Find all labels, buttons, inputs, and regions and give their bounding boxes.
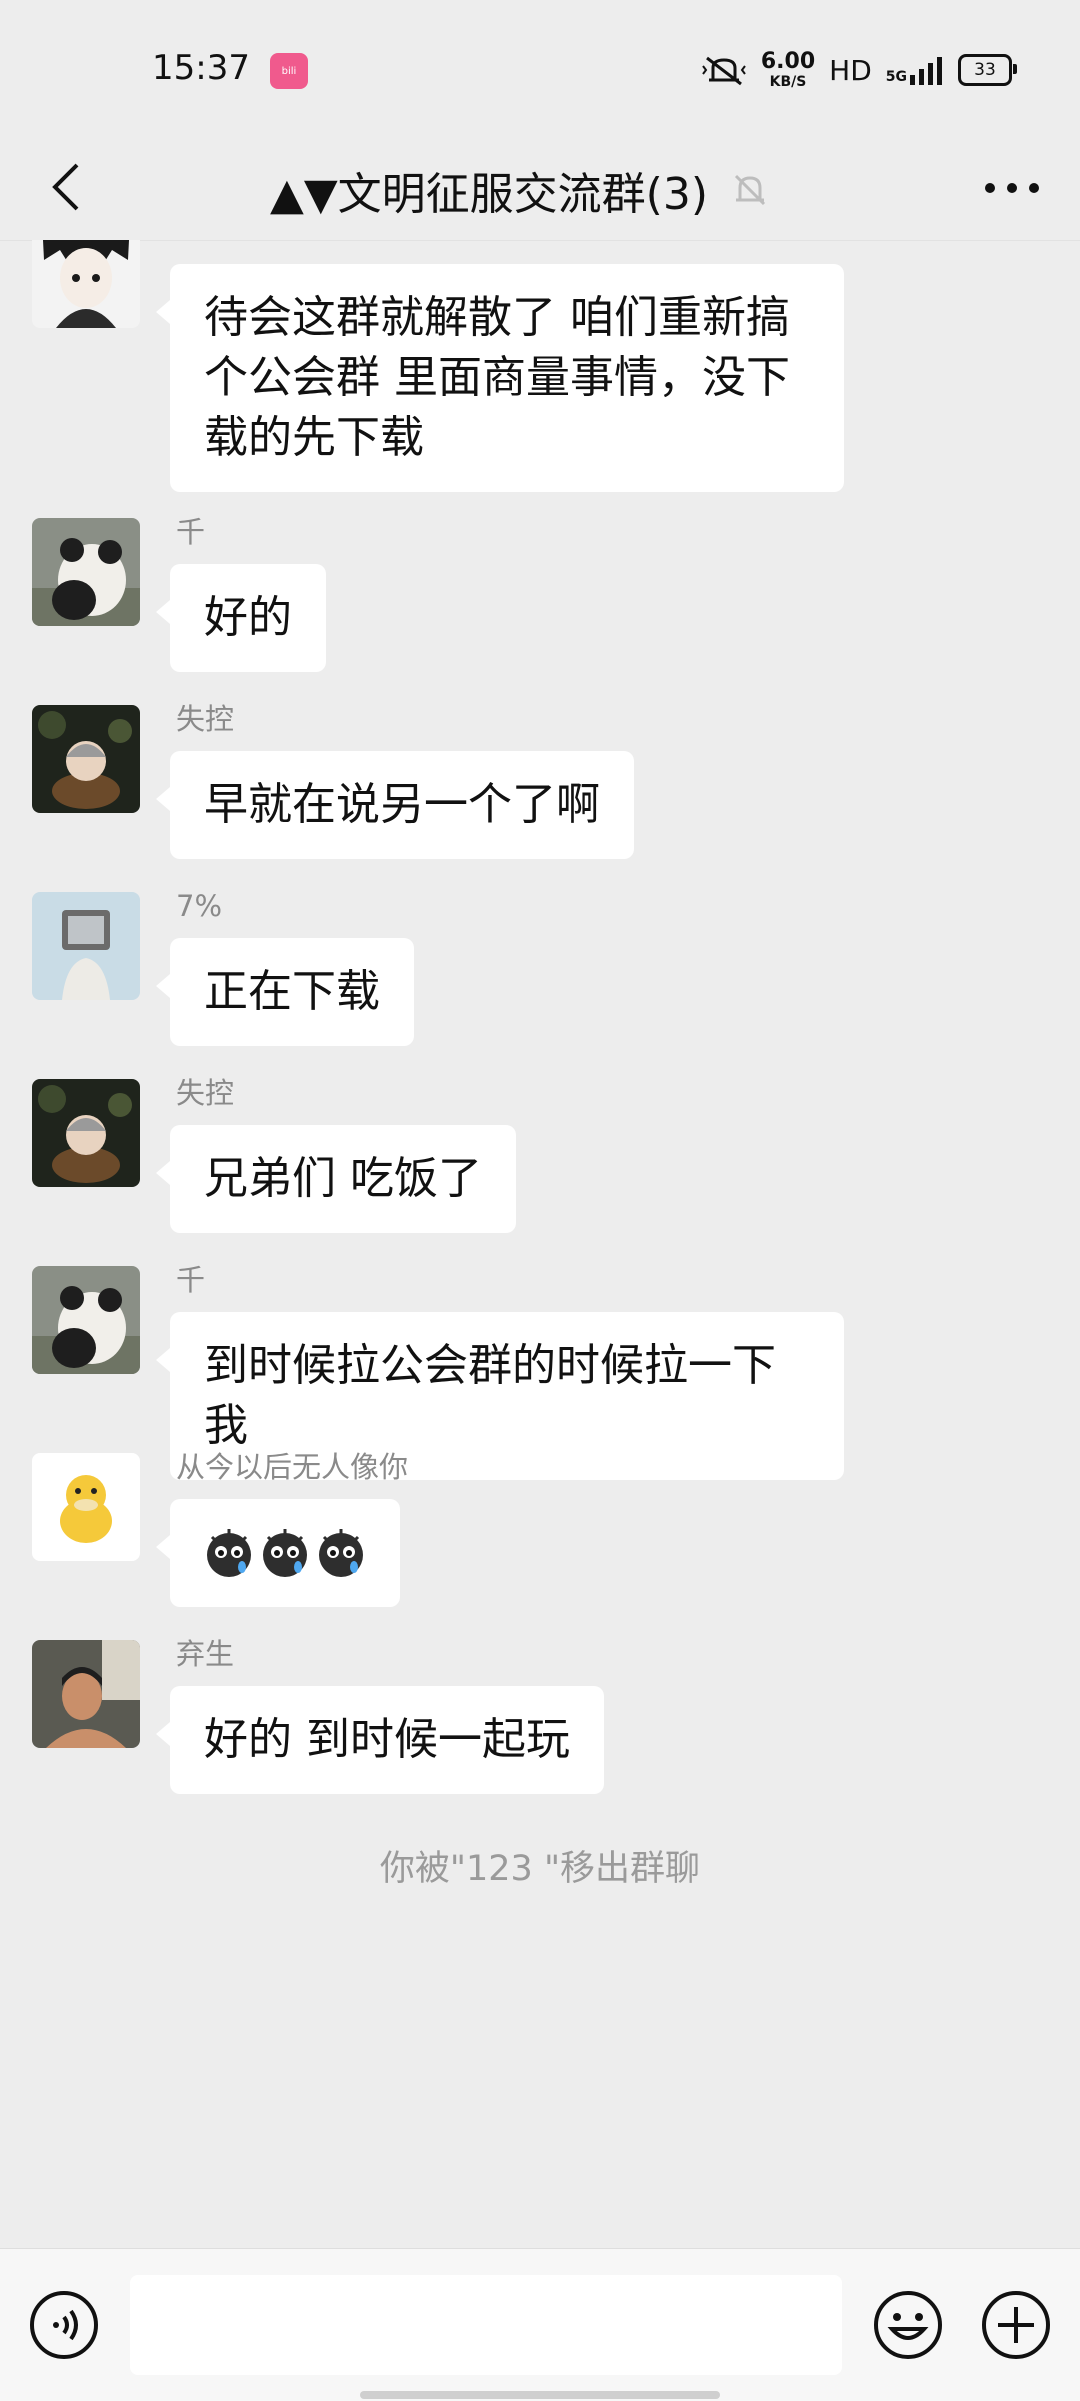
sender-name: 123 [176,240,231,242]
bilibili-app-icon: bili [270,53,308,89]
avatar[interactable] [32,1079,140,1187]
network-speed: 6.00 KB/S [760,49,816,90]
chat-area[interactable]: 123 待会这群就解散了 咱们重新搞个公会群 里面商量事情，没下载的先下载 千 … [0,240,1080,2240]
signal-bars-icon [910,57,942,85]
sender-name: 7% [176,889,223,923]
emoji-button[interactable] [872,2289,944,2361]
status-time: 15:37 [152,48,250,88]
child-photo-avatar-icon [32,705,140,813]
system-message: 你被"123 "移出群聊 [379,1849,701,1889]
avatar[interactable] [32,705,140,813]
child-photo-avatar-icon [32,1079,140,1187]
hd-indicator: HD [829,53,872,87]
mute-vibrate-icon [702,56,746,86]
panda-avatar-icon [32,518,140,626]
crying-face-emoji-icon [263,1529,307,1577]
message-bubble[interactable]: 正在下载 [156,938,414,1046]
tv-head-avatar-icon [32,892,140,1000]
person-photo-avatar-icon [32,1640,140,1748]
sender-name: 千 [176,1263,206,1297]
voice-icon [30,2291,98,2359]
message-input[interactable] [130,2275,842,2375]
psyduck-avatar-icon [32,1453,140,1561]
title-area: ▲▼文明征服交流群(3) [270,162,770,220]
message-bubble[interactable]: 早就在说另一个了啊 [156,751,634,859]
smiley-face-icon [874,2291,942,2359]
plus-icon [982,2291,1050,2359]
back-arrow-icon [52,163,79,211]
home-indicator[interactable] [360,2391,720,2399]
panda-avatar-icon [32,1266,140,1374]
more-functions-button[interactable] [980,2289,1052,2361]
avatar[interactable] [32,1453,140,1561]
chat-title: ▲▼文明征服交流群(3) [270,169,709,220]
sender-name: 弃生 [176,1637,235,1671]
sender-name: 失控 [176,1076,235,1110]
more-options-button[interactable] [976,152,1048,224]
network-speed-value: 6.00 [760,49,816,74]
message-bubble[interactable]: 待会这群就解散了 咱们重新搞个公会群 里面商量事情，没下载的先下载 [156,264,844,492]
network-type-label: 5G [885,69,907,85]
chat-header: ▲▼文明征服交流群(3) [0,140,1080,241]
signal-indicator: 5G [886,55,944,85]
sender-name: 从今以后无人像你 [176,1450,409,1484]
avatar[interactable] [32,1266,140,1374]
network-speed-unit: KB/S [769,74,807,90]
avatar[interactable] [32,518,140,626]
battery-icon: 33 [958,54,1017,86]
status-indicators: 6.00 KB/S HD 5G 33 [701,48,1017,92]
message-bubble[interactable] [156,1499,400,1607]
battery-level: 33 [974,60,996,80]
sender-name: 千 [176,515,206,549]
back-button[interactable] [32,152,102,222]
anime-character-avatar-icon [32,240,140,328]
avatar[interactable] [32,1640,140,1748]
more-dots-icon [985,183,1039,193]
avatar[interactable] [32,240,140,328]
message-bubble[interactable]: 好的 [156,564,326,672]
avatar[interactable] [32,892,140,1000]
input-bar [0,2248,1080,2401]
crying-face-emoji-icon [319,1529,363,1577]
crying-face-emoji-icon [207,1529,251,1577]
status-bar: 15:37 bili 6.00 KB/S HD 5G 33 [0,0,1080,140]
sender-name: 失控 [176,702,235,736]
emoji-group [204,1523,366,1583]
mute-notification-icon [734,174,766,206]
voice-input-button[interactable] [28,2289,100,2361]
message-bubble[interactable]: 好的 到时候一起玩 [156,1686,604,1794]
message-bubble[interactable]: 兄弟们 吃饭了 [156,1125,516,1233]
